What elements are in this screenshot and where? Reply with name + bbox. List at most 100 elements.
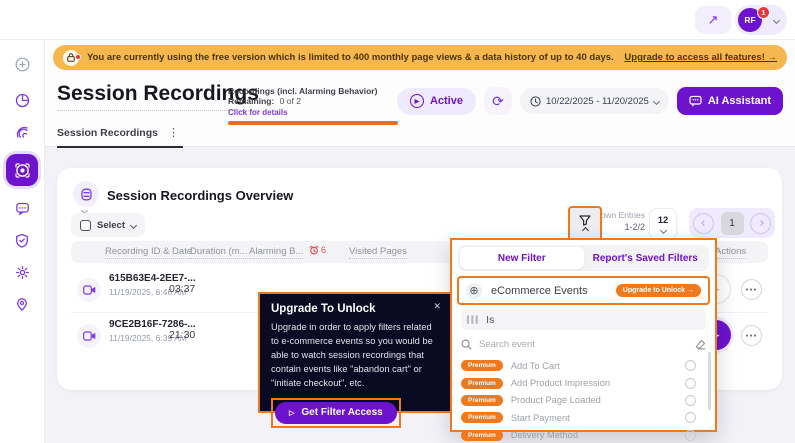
list-item[interactable]: Premium Product Page Loaded xyxy=(461,392,706,409)
event-label: Delivery Method xyxy=(510,430,578,441)
active-status-button[interactable]: ▶ Active xyxy=(396,87,476,115)
recording-duration: 03:37 xyxy=(169,283,196,295)
page-size-select[interactable]: 12 xyxy=(649,208,677,240)
play-icon: ▶ xyxy=(409,94,424,108)
col-recording-id: Recording ID & Date xyxy=(105,246,193,259)
sidebar-item-journeys[interactable] xyxy=(8,290,36,318)
chevron-down-icon xyxy=(129,221,138,229)
prev-page-button[interactable] xyxy=(693,212,714,234)
col-visited-pages: Visited Pages xyxy=(349,246,407,259)
select-all-control[interactable]: Select xyxy=(71,213,145,237)
kebab-menu-icon[interactable]: ⋮ xyxy=(168,126,179,139)
remaining-value: 0 of 2 xyxy=(279,96,301,106)
alarm-icon xyxy=(309,245,319,255)
row-more-button[interactable]: ●●● xyxy=(741,325,762,346)
video-icon xyxy=(77,324,101,348)
sidebar-item-shield[interactable] xyxy=(8,226,36,254)
close-icon[interactable]: ✕ xyxy=(433,301,441,312)
eraser-icon xyxy=(695,339,706,350)
operator-row[interactable]: ▍▍▍ Is xyxy=(461,310,706,330)
date-range-value: 10/22/2025 - 11/20/2025 xyxy=(545,95,649,107)
report-tabs: Session Recordings ⋮ xyxy=(57,126,183,148)
col-alarming: Alarming B... xyxy=(249,246,304,259)
ai-assistant-button[interactable]: AI Assistant xyxy=(676,87,783,115)
ai-chat-icon xyxy=(689,95,702,107)
event-list: Premium Add To Cart Premium Add Product … xyxy=(461,357,706,443)
remaining-progress-bar xyxy=(228,121,398,125)
target-icon: ⊕ xyxy=(466,282,482,299)
filter-popup: New Filter Report's Saved Filters ⊕ eCom… xyxy=(450,238,717,441)
next-page-button[interactable] xyxy=(750,212,771,234)
scrollbar[interactable] xyxy=(708,352,711,410)
radio-button[interactable] xyxy=(685,377,696,389)
remaining-label: Recordings (incl. Alarming Behavior) Rem… xyxy=(228,86,378,106)
event-label: Start Payment xyxy=(510,412,570,423)
event-label: Product Page Loaded xyxy=(510,395,601,406)
main-area: You are currently using the free version… xyxy=(45,40,795,443)
premium-badge: Premium xyxy=(461,377,503,389)
premium-badge: Premium xyxy=(461,394,503,406)
category-label: eCommerce Events xyxy=(491,284,588,297)
record-icon xyxy=(14,162,30,178)
tab-session-recordings[interactable]: Session Recordings xyxy=(57,127,158,139)
filter-category-row[interactable]: ⊕ eCommerce Events Upgrade to Unlock → xyxy=(457,276,710,305)
list-item[interactable]: Premium Start Payment xyxy=(461,409,706,426)
upgrade-to-unlock-pill[interactable]: Upgrade to Unlock → xyxy=(615,284,701,297)
refresh-button[interactable]: ⟳ xyxy=(483,87,512,115)
col-duration: Duration (m... xyxy=(190,246,248,259)
play-icon: ▷ xyxy=(289,409,295,417)
event-search-row xyxy=(461,333,706,356)
external-link-icon: ↗ xyxy=(707,12,719,27)
sidebar-item-add[interactable] xyxy=(8,50,36,78)
header-actions: ▶ Active ⟳ 10/22/2025 - 11/20/2025 AI As… xyxy=(396,87,783,115)
tab-saved-filters[interactable]: Report's Saved Filters xyxy=(584,247,708,269)
left-sidebar xyxy=(0,40,45,443)
radio-button[interactable] xyxy=(685,429,696,441)
cta-highlight-box: ▷ Get Filter Access xyxy=(271,397,401,428)
gear-icon xyxy=(15,265,29,279)
sidebar-item-heatmaps[interactable] xyxy=(8,118,36,146)
get-filter-access-button[interactable]: ▷ Get Filter Access xyxy=(275,401,397,424)
event-label: Add Product Impression xyxy=(510,378,611,389)
top-bar: ↗ RF 1 xyxy=(0,0,795,40)
filter-button[interactable] xyxy=(568,206,602,242)
page-number[interactable]: 1 xyxy=(720,211,744,235)
share-button[interactable]: ↗ xyxy=(695,6,731,34)
date-range-picker[interactable]: 10/22/2025 - 11/20/2025 xyxy=(519,88,669,114)
alarming-count-value: 6 xyxy=(321,245,327,255)
radio-button[interactable] xyxy=(685,412,696,424)
plus-circle-icon xyxy=(15,57,29,71)
clock-icon xyxy=(530,95,541,107)
avatar: RF 1 xyxy=(738,6,770,32)
recordings-overview-icon xyxy=(73,181,99,207)
list-item[interactable]: Premium Add Product Impression xyxy=(461,374,706,391)
app-window: ↗ RF 1 You are currently using the free … xyxy=(0,0,795,443)
sidebar-item-settings[interactable] xyxy=(8,258,36,286)
recordings-remaining: Recordings (incl. Alarming Behavior) Rem… xyxy=(228,86,413,125)
sidebar-item-session-recordings[interactable] xyxy=(6,154,38,186)
account-menu[interactable]: RF 1 xyxy=(735,5,787,35)
chevron-down-icon xyxy=(652,97,660,105)
cta-label: Get Filter Access xyxy=(301,407,383,419)
search-event-input[interactable] xyxy=(479,339,688,350)
checkbox[interactable] xyxy=(80,219,91,231)
sidebar-item-feedback[interactable] xyxy=(8,194,36,222)
premium-badge: Premium xyxy=(461,429,503,441)
radio-button[interactable] xyxy=(685,394,696,406)
radio-button[interactable] xyxy=(685,360,696,372)
list-item[interactable]: Premium Add To Cart xyxy=(461,357,706,374)
premium-badge: Premium xyxy=(461,360,503,372)
refresh-icon: ⟳ xyxy=(492,92,504,109)
free-version-banner: You are currently using the free version… xyxy=(53,45,787,70)
shield-check-icon xyxy=(16,233,28,248)
row-more-button[interactable]: ●●● xyxy=(741,279,762,300)
list-item[interactable]: Premium Delivery Method xyxy=(461,427,706,443)
sidebar-item-analytics[interactable] xyxy=(8,86,36,114)
location-pin-icon xyxy=(17,297,27,311)
click-for-details-link[interactable]: Click for details xyxy=(228,108,413,117)
event-label: Add To Cart xyxy=(510,360,560,371)
banner-upgrade-link[interactable]: Upgrade to access all features! → xyxy=(624,52,777,63)
tab-new-filter[interactable]: New Filter xyxy=(460,247,584,269)
overview-title: Session Recordings Overview xyxy=(107,188,294,203)
alert-dot xyxy=(75,53,81,60)
